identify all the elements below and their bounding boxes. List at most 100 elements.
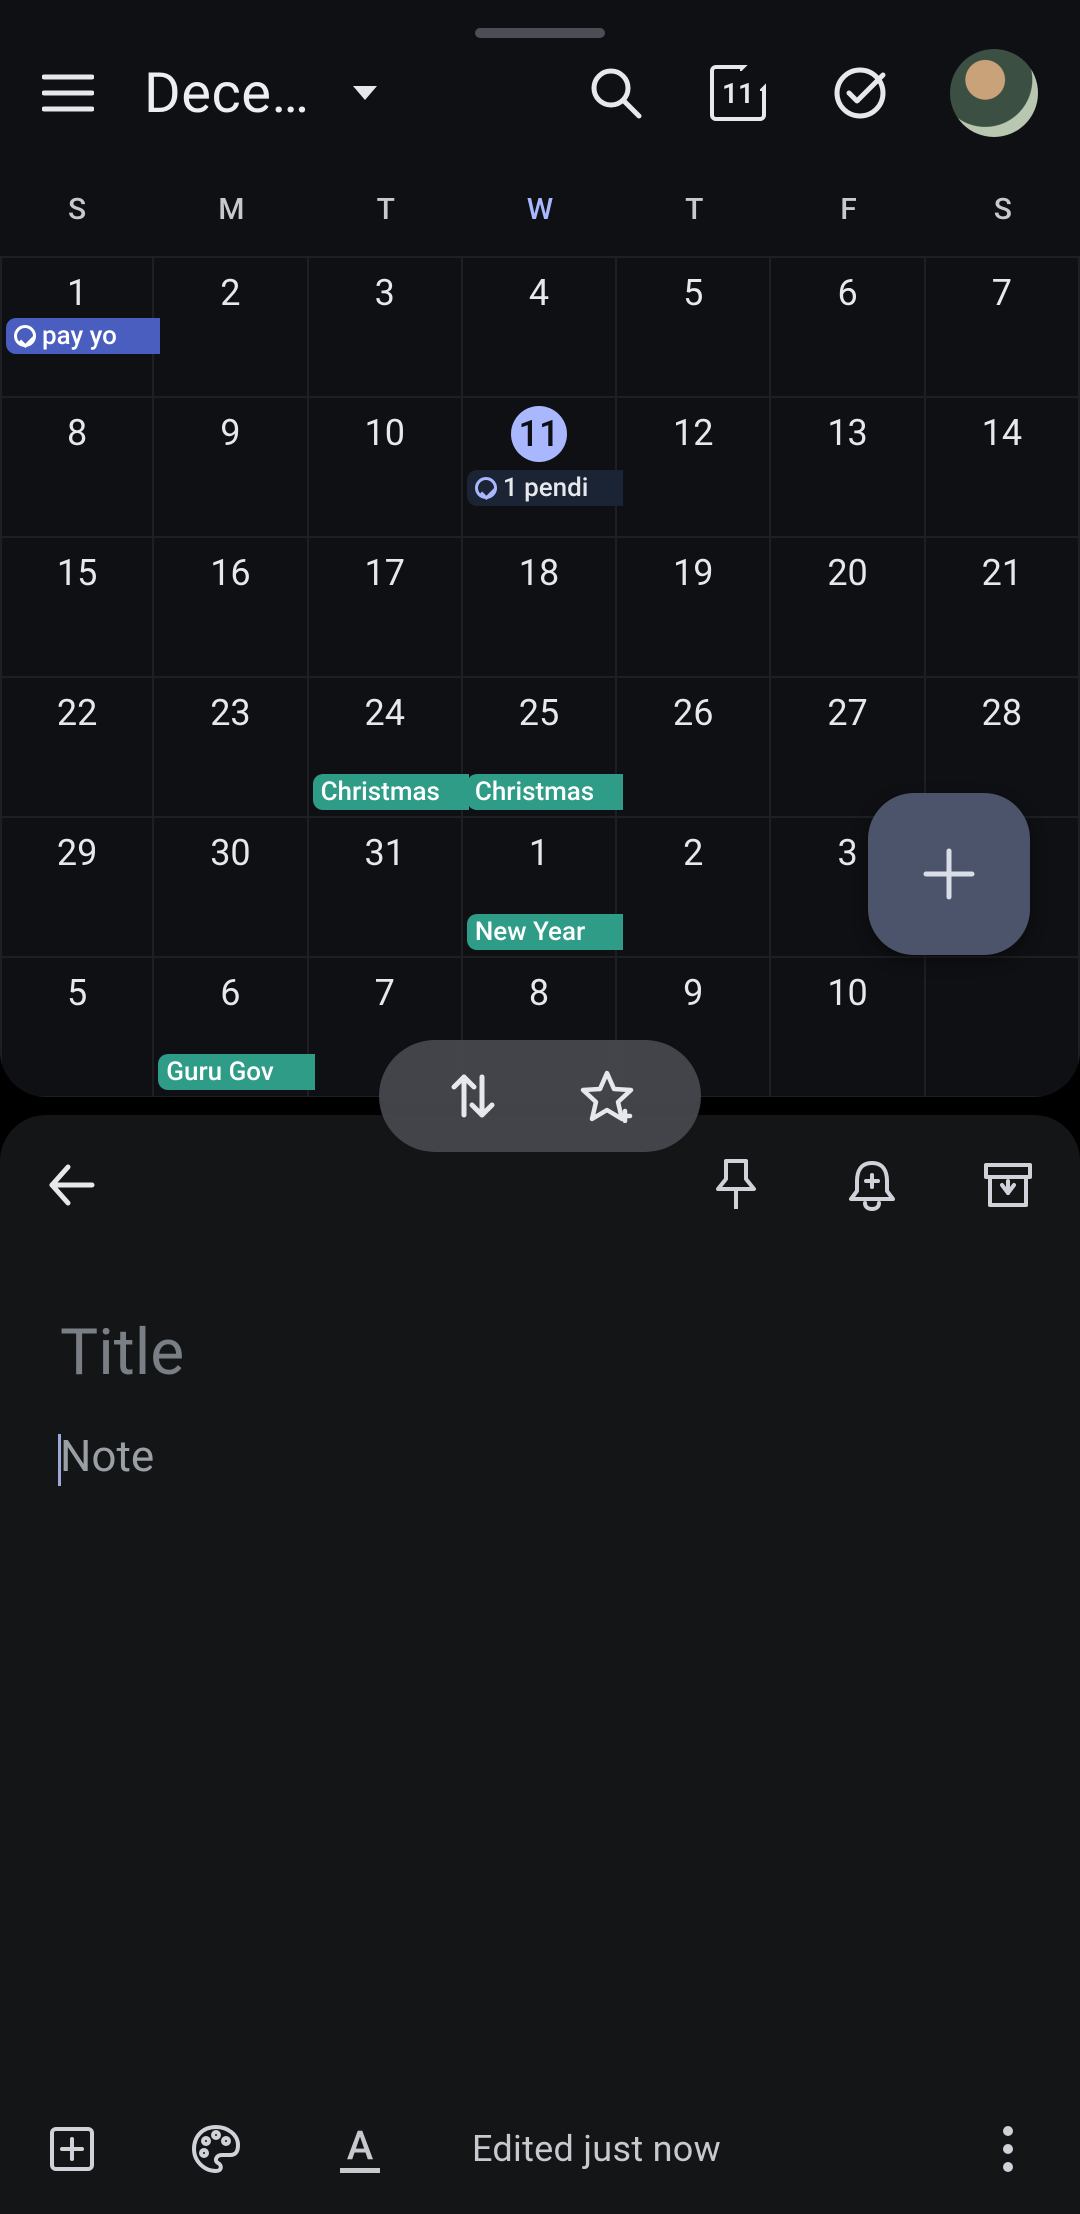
day-cell[interactable]: 20 [771,538,925,678]
day-cell[interactable]: 24 Christmas [309,678,463,818]
account-avatar[interactable] [950,49,1038,137]
day-number: 24 [309,692,461,734]
search-button[interactable] [584,61,648,125]
plus-box-icon [46,2123,98,2175]
calendar-today-icon: 11 [710,65,766,121]
archive-button[interactable] [976,1153,1040,1217]
day-number: 2 [617,832,769,874]
text-format-icon: A [336,2125,384,2173]
day-number: 30 [154,832,306,874]
note-placeholder: Note [60,1430,154,1482]
day-cell[interactable]: 26 [617,678,771,818]
back-button[interactable] [40,1153,104,1217]
day-cell[interactable]: 2 [154,258,308,398]
day-cell[interactable]: 15 [0,538,154,678]
day-cell[interactable]: 9 [154,398,308,538]
event-label: Guru Gov [166,1057,273,1087]
day-cell[interactable]: 23 [154,678,308,818]
day-cell[interactable]: 22 [0,678,154,818]
day-cell[interactable]: 30 [154,818,308,958]
day-number: 28 [926,692,1078,734]
tasks-button[interactable] [828,61,892,125]
day-cell[interactable]: 31 [309,818,463,958]
reminder-button[interactable] [840,1153,904,1217]
event-label: 1 pendi [503,473,589,503]
day-number: 1 [2,272,152,314]
bell-plus-icon [847,1157,897,1213]
day-cell[interactable]: 14 [926,398,1080,538]
day-number: 22 [2,692,152,734]
day-cell[interactable]: 5 [617,258,771,398]
day-cell[interactable]: 2 [617,818,771,958]
day-cell[interactable]: 29 [0,818,154,958]
split-screen-controls [379,1040,701,1152]
day-cell[interactable]: 4 [463,258,617,398]
task-check-icon [475,477,497,499]
day-cell[interactable]: 12 [617,398,771,538]
weekday-fri: F [771,186,925,246]
day-number: 9 [617,972,769,1014]
event-chip-holiday[interactable]: New Year [467,914,623,950]
day-cell[interactable]: 21 [926,538,1080,678]
event-chip-task[interactable]: pay yo [6,318,160,354]
day-cell[interactable]: 1 pay yo [0,258,154,398]
today-button[interactable]: 11 [706,61,770,125]
day-number: 4 [463,272,615,314]
day-cell[interactable]: 16 [154,538,308,678]
menu-button[interactable] [36,61,100,125]
event-chip-pending[interactable]: 1 pendi [467,470,623,506]
weekday-row: S M T W T F S [0,186,1080,246]
swap-apps-button[interactable] [441,1064,505,1128]
day-number: 21 [926,552,1078,594]
text-format-button[interactable]: A [328,2117,392,2181]
hamburger-icon [42,73,94,113]
color-palette-button[interactable] [184,2117,248,2181]
day-cell[interactable]: 8 [0,398,154,538]
day-cell[interactable]: 10 [771,958,925,1097]
more-options-button[interactable] [976,2117,1040,2181]
day-cell-today[interactable]: 11 1 pendi [463,398,617,538]
day-cell[interactable] [926,958,1080,1097]
event-chip-holiday[interactable]: Guru Gov [158,1054,314,1090]
day-cell[interactable]: 5 [0,958,154,1097]
day-number: 7 [309,972,461,1014]
today-date-number: 11 [722,77,754,110]
day-number: 3 [309,272,461,314]
day-number: 16 [154,552,306,594]
day-cell[interactable]: 1 New Year [463,818,617,958]
day-number: 27 [771,692,923,734]
day-cell[interactable]: 6 Guru Gov [154,958,308,1097]
pin-button[interactable] [704,1153,768,1217]
create-event-fab[interactable] [868,793,1030,955]
day-cell[interactable]: 3 [309,258,463,398]
day-number: 1 [463,832,615,874]
weekday-tue: T [309,186,463,246]
day-number: 11 [511,413,567,455]
day-number: 15 [2,552,152,594]
day-cell[interactable]: 18 [463,538,617,678]
day-number: 14 [926,412,1078,454]
day-number: 29 [2,832,152,874]
add-content-button[interactable] [40,2117,104,2181]
event-chip-holiday[interactable]: Christmas [467,774,623,810]
day-cell[interactable]: 10 [309,398,463,538]
day-number: 10 [771,972,923,1014]
day-cell[interactable]: 19 [617,538,771,678]
day-number: 18 [463,552,615,594]
event-chip-holiday[interactable]: Christmas [313,774,469,810]
day-number: 13 [771,412,923,454]
note-title-input[interactable]: Title [60,1315,1020,1390]
day-cell[interactable]: 6 [771,258,925,398]
edited-timestamp: Edited just now [472,2128,721,2170]
search-icon [589,66,643,120]
event-label: Christmas [475,777,594,807]
day-number: 20 [771,552,923,594]
note-body-input[interactable]: Note [60,1430,1020,1482]
day-cell[interactable]: 25 Christmas [463,678,617,818]
month-label: Dece… [144,60,309,126]
day-cell[interactable]: 13 [771,398,925,538]
favorite-pair-button[interactable] [575,1064,639,1128]
day-cell[interactable]: 17 [309,538,463,678]
day-cell[interactable]: 7 [926,258,1080,398]
month-picker[interactable]: Dece… [144,60,554,126]
